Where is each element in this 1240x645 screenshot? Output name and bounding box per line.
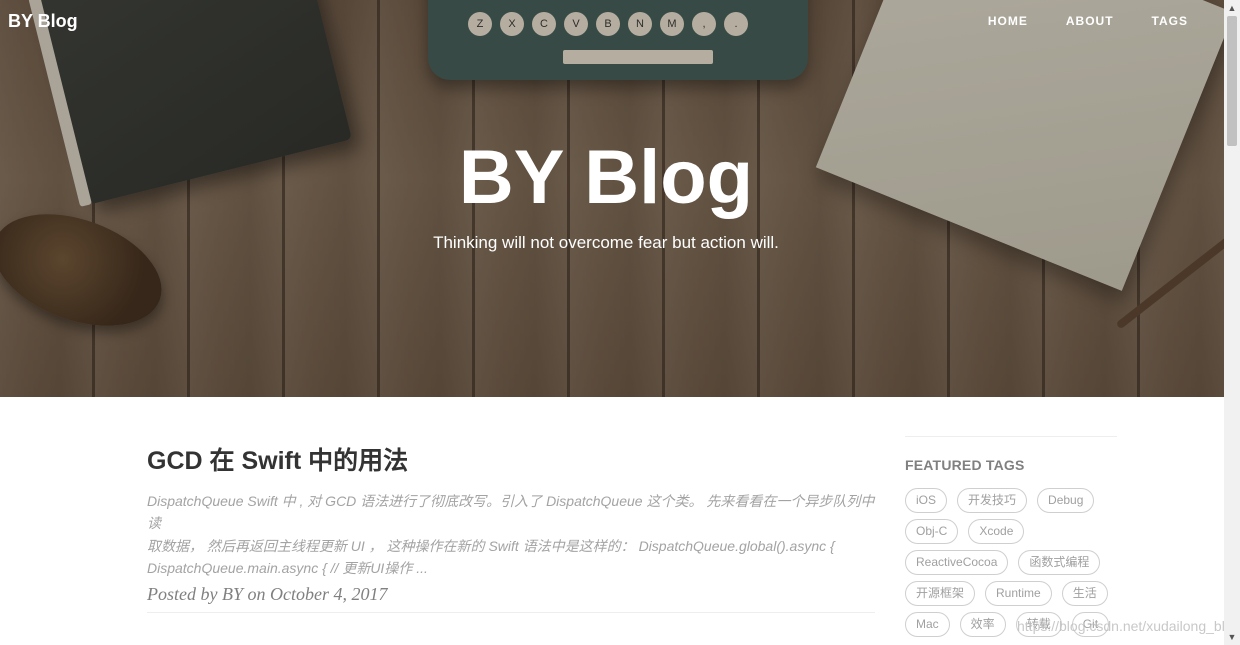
tag-debug[interactable]: Debug [1037,488,1095,513]
post-excerpt-line: DispatchQueue Swift 中 , 对 GCD 语法进行了彻底改写。… [147,492,875,532]
site-title: BY Blog [458,135,754,220]
post-excerpt: DispatchQueue Swift 中 , 对 GCD 语法进行了彻底改写。… [147,490,875,580]
tag-dev-tips[interactable]: 开发技巧 [957,488,1028,513]
tag-cloud: iOS 开发技巧 Debug Obj-C Xcode ReactiveCocoa… [905,488,1117,637]
site-subtitle: Thinking will not overcome fear but acti… [433,233,779,252]
tag-ios[interactable]: iOS [905,488,948,513]
tag-functional-programming[interactable]: 函数式编程 [1018,550,1101,575]
post-excerpt-line: 取数据， 然后再返回主线程更新 UI ， 这种操作在新的 Swift 语法中是这… [147,537,835,554]
nav-link-home[interactable]: HOME [988,14,1028,28]
tag-objc[interactable]: Obj-C [905,519,959,544]
tag-efficiency[interactable]: 效率 [959,612,1006,637]
tag-mac[interactable]: Mac [905,612,950,637]
sidebar: FEATURED TAGS iOS 开发技巧 Debug Obj-C Xcode… [905,436,1117,637]
nav-link-about[interactable]: ABOUT [1066,14,1114,28]
tag-runtime[interactable]: Runtime [985,581,1052,606]
featured-tags-heading: FEATURED TAGS [905,457,1025,473]
top-nav: HOME ABOUT TAGS [950,14,1188,28]
hero-header: Z X C V B N M , . BY Blog HOME ABOUT TAG… [0,0,1224,397]
post-excerpt-line: DispatchQueue.main.async { // 更新UI操作 ... [147,560,428,576]
post-divider [147,612,875,613]
tag-life[interactable]: 生活 [1061,581,1108,606]
tag-reactivecocoa[interactable]: ReactiveCocoa [905,550,1009,575]
scroll-up-arrow-icon[interactable]: ▲ [1224,0,1240,16]
brand-link[interactable]: BY Blog [8,11,78,32]
scroll-down-arrow-icon[interactable]: ▼ [1224,629,1240,645]
tag-open-source-frameworks[interactable]: 开源框架 [905,581,976,606]
watermark-text: https://blog.csdn.net/xudailong_blog [1017,618,1240,634]
post-meta: Posted by BY on October 4, 2017 [147,583,388,604]
nav-link-tags[interactable]: TAGS [1152,14,1188,28]
vertical-scrollbar[interactable]: ▲ ▼ [1224,0,1240,645]
scrollbar-thumb[interactable] [1227,16,1237,146]
tag-xcode[interactable]: Xcode [968,519,1025,544]
sidebar-divider [905,436,1117,437]
post-title[interactable]: GCD 在 Swift 中的用法 [147,445,875,478]
post-preview[interactable]: GCD 在 Swift 中的用法 DispatchQueue Swift 中 ,… [147,445,875,605]
